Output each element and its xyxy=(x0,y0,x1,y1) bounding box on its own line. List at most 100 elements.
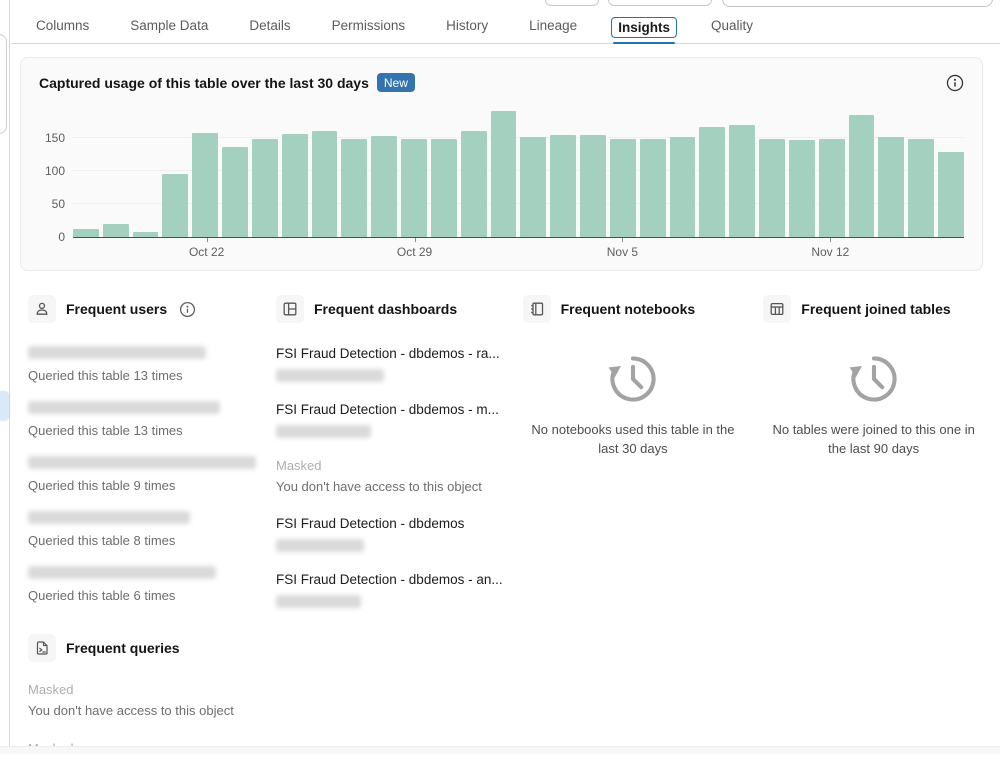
frequent-users-column: Frequent users Queried this table 13 tim… xyxy=(28,295,256,779)
user-query-count: Queried this table 6 times xyxy=(28,588,176,603)
dashboard-link[interactable]: FSI Fraud Detection - dbdemos - m... xyxy=(276,402,503,417)
usage-bar[interactable] xyxy=(520,136,547,237)
user-query-count: Queried this table 9 times xyxy=(28,478,176,493)
x-axis-tick xyxy=(414,238,416,242)
usage-bar[interactable] xyxy=(162,174,189,237)
masked-dashboard-subtitle xyxy=(276,425,371,438)
dashboard-link[interactable]: FSI Fraud Detection - dbdemos - ra... xyxy=(276,346,503,361)
usage-bar[interactable] xyxy=(222,146,248,237)
bottom-band xyxy=(0,746,1000,754)
tab-insights[interactable]: Insights xyxy=(611,17,677,44)
tab-columns[interactable]: Columns xyxy=(29,18,96,43)
masked-access-text: You don't have access to this object xyxy=(276,479,482,494)
dashboard-link[interactable]: FSI Fraud Detection - dbdemos xyxy=(276,516,503,531)
usage-bar[interactable] xyxy=(609,139,636,237)
masked-user-name xyxy=(28,401,220,414)
notebooks-empty-state: No notebooks used this table in the last… xyxy=(523,323,744,459)
y-axis-tick-label: 100 xyxy=(44,164,65,178)
usage-bar[interactable] xyxy=(639,139,666,237)
usage-bar[interactable] xyxy=(908,138,935,237)
frequent-dashboards-column: Frequent dashboards FSI Fraud Detection … xyxy=(276,295,503,779)
usage-bar[interactable] xyxy=(729,124,756,237)
masked-dashboard-item: Masked You don't have access to this obje… xyxy=(276,458,503,494)
usage-bar[interactable] xyxy=(430,138,457,237)
frequent-user-item: Queried this table 13 times xyxy=(28,346,256,383)
usage-panel-title: Captured usage of this table over the la… xyxy=(39,74,369,91)
frequent-user-item: Queried this table 9 times xyxy=(28,456,256,493)
usage-bar[interactable] xyxy=(490,110,517,237)
usage-bar[interactable] xyxy=(878,137,905,237)
tab-lineage[interactable]: Lineage xyxy=(522,18,584,43)
user-icon xyxy=(28,295,56,323)
tab-quality[interactable]: Quality xyxy=(704,18,760,43)
frequent-dashboard-item: FSI Fraud Detection - dbdemos - ra... xyxy=(276,346,503,382)
top-button-fragment[interactable] xyxy=(608,0,712,6)
usage-panel-header: Captured usage of this table over the la… xyxy=(39,73,964,92)
usage-bar[interactable] xyxy=(669,136,696,237)
usage-bar[interactable] xyxy=(848,114,875,237)
usage-bar[interactable] xyxy=(73,229,99,237)
frequent-joined-tables-column: Frequent joined tables No tables were jo… xyxy=(763,295,984,779)
usage-bar[interactable] xyxy=(132,231,159,237)
usage-bar[interactable] xyxy=(938,151,964,237)
dashboard-link[interactable]: FSI Fraud Detection - dbdemos - an... xyxy=(276,572,503,587)
frequent-users-title: Frequent users xyxy=(66,301,168,317)
joined-tables-empty-text: No tables were joined to this one in the… xyxy=(772,422,975,456)
usage-bar[interactable] xyxy=(102,224,129,237)
usage-bar[interactable] xyxy=(460,131,487,237)
usage-bar[interactable] xyxy=(759,139,785,237)
usage-bar[interactable] xyxy=(192,133,219,237)
y-axis-tick-label: 0 xyxy=(58,230,65,244)
x-axis-tick-label: Oct 22 xyxy=(188,245,225,259)
usage-bar[interactable] xyxy=(818,139,845,237)
info-icon[interactable] xyxy=(179,301,196,318)
top-button-fragment[interactable] xyxy=(545,0,599,6)
usage-bar[interactable] xyxy=(788,139,815,237)
masked-dashboard-subtitle xyxy=(276,539,364,552)
frequent-users-list: Queried this table 13 times Queried this … xyxy=(28,346,256,603)
x-axis-tick xyxy=(830,238,832,242)
chart-plot xyxy=(73,106,964,238)
usage-panel: Captured usage of this table over the la… xyxy=(20,57,983,271)
usage-bar[interactable] xyxy=(281,134,308,237)
usage-chart: 0 50 100 150 Oct 22 Oct 29 Nov 5 Nov 12 xyxy=(39,106,964,260)
usage-bar[interactable] xyxy=(341,138,368,237)
tab-sample-data[interactable]: Sample Data xyxy=(123,18,215,43)
usage-bar[interactable] xyxy=(580,135,606,237)
usage-bar[interactable] xyxy=(699,127,726,237)
chart-x-axis: Oct 22 Oct 29 Nov 5 Nov 12 xyxy=(73,238,964,260)
sidebar-selected-item-fragment[interactable] xyxy=(0,391,9,421)
tab-history[interactable]: History xyxy=(439,18,495,43)
tab-details[interactable]: Details xyxy=(242,18,297,43)
usage-bar[interactable] xyxy=(371,136,398,237)
frequent-user-item: Queried this table 13 times xyxy=(28,401,256,438)
table-icon xyxy=(763,295,792,323)
frequent-queries-list: Masked You don't have access to this obje… xyxy=(28,682,256,756)
masked-access-text: You don't have access to this object xyxy=(28,703,234,718)
frequent-queries-header: Frequent queries xyxy=(28,634,256,662)
top-search-fragment[interactable] xyxy=(722,0,993,7)
usage-bar[interactable] xyxy=(550,135,577,237)
query-file-icon xyxy=(28,634,56,662)
usage-bars xyxy=(73,106,964,237)
tab-label: Permissions xyxy=(331,18,406,33)
user-query-count: Queried this table 8 times xyxy=(28,533,176,548)
frequent-notebooks-title: Frequent notebooks xyxy=(560,301,696,317)
usage-bar[interactable] xyxy=(311,131,338,237)
usage-bar[interactable] xyxy=(401,138,427,237)
history-icon xyxy=(849,356,897,402)
tab-label: History xyxy=(446,18,489,33)
x-axis-tick-label: Oct 29 xyxy=(396,245,433,259)
frequent-notebooks-header: Frequent notebooks xyxy=(522,295,744,323)
frequent-dashboard-item: FSI Fraud Detection - dbdemos - an... xyxy=(276,572,503,608)
frequent-joined-tables-title: Frequent joined tables xyxy=(801,301,951,317)
notebook-icon xyxy=(522,295,551,323)
info-icon[interactable] xyxy=(946,74,964,92)
tab-label: Columns xyxy=(36,18,90,33)
usage-bar[interactable] xyxy=(251,139,278,237)
frequent-dashboards-title: Frequent dashboards xyxy=(314,301,458,317)
dashboard-icon xyxy=(276,295,304,323)
tab-permissions[interactable]: Permissions xyxy=(325,18,413,43)
user-query-count: Queried this table 13 times xyxy=(28,368,183,383)
tab-label: Sample Data xyxy=(130,18,209,33)
